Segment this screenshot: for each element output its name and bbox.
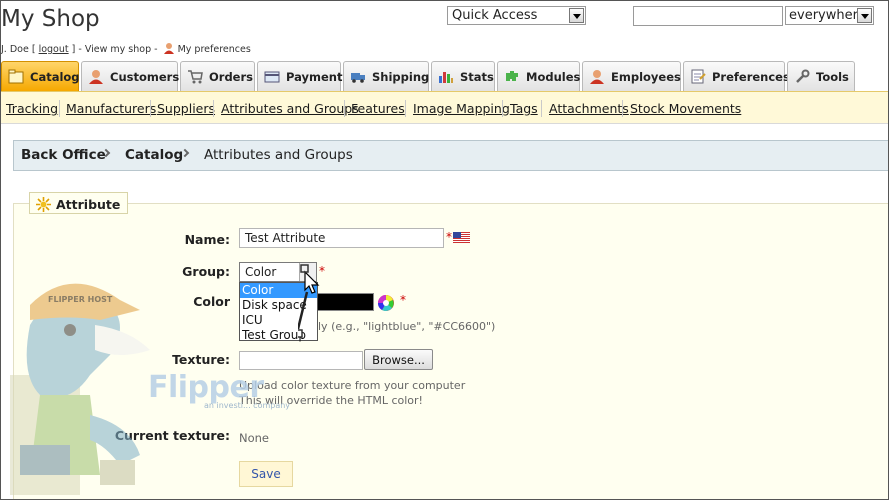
customers-icon — [89, 70, 103, 84]
divider — [150, 100, 151, 117]
tab-payment[interactable]: Payment — [257, 61, 343, 91]
fieldset-legend: Attribute — [29, 192, 129, 214]
subnav-stock-movements[interactable]: Stock Movements — [630, 101, 741, 116]
tab-label: Preferences — [712, 69, 790, 84]
cap-text: FLIPPER HOST — [48, 295, 113, 304]
orders-icon — [188, 70, 203, 84]
divider — [59, 100, 60, 117]
breadcrumb-current: Attributes and Groups — [204, 147, 353, 163]
attribute-icon — [36, 196, 51, 212]
legend-label: Attribute — [56, 196, 121, 212]
user-name: J. Doe [ — [1, 44, 36, 55]
tab-label: Tools — [816, 69, 849, 84]
divider — [405, 100, 406, 117]
watermark-tagline: an investi... company — [204, 401, 291, 410]
tab-label: Orders — [209, 69, 253, 84]
current-texture-value: None — [239, 431, 270, 445]
logout-link[interactable]: logout — [39, 44, 69, 55]
mouse-pointer-icon — [298, 264, 320, 338]
group-select-value: Color — [245, 265, 277, 279]
subnav-manufacturers[interactable]: Manufacturers — [66, 101, 156, 116]
tab-label: Catalog — [30, 69, 80, 84]
color-wheel-icon[interactable] — [377, 294, 395, 312]
name-label: Name: — [184, 232, 230, 247]
tab-label: Stats — [460, 69, 494, 84]
required-mark: * — [400, 293, 406, 307]
preferences-icon — [691, 69, 706, 84]
subnav-suppliers[interactable]: Suppliers — [157, 101, 215, 116]
catalog-subnav: Tracking Manufacturers Suppliers Attribu… — [0, 91, 889, 124]
payment-icon — [264, 71, 280, 83]
browse-button[interactable]: Browse... — [364, 349, 433, 370]
chevron-down-icon — [857, 8, 872, 23]
tab-label: Customers — [110, 69, 180, 84]
tab-label: Payment — [286, 69, 343, 84]
us-flag-icon[interactable] — [453, 232, 470, 243]
tab-preferences[interactable]: Preferences — [683, 61, 790, 91]
texture-file-input[interactable] — [239, 351, 363, 370]
mascot-illustration: FLIPPER HOST — [10, 283, 150, 495]
stats-icon — [439, 72, 453, 83]
tab-stats[interactable]: Stats — [431, 61, 495, 91]
search-scope-select[interactable]: everywhere — [785, 6, 874, 25]
tab-modules[interactable]: Modules — [497, 61, 580, 91]
subnav-attachments[interactable]: Attachments — [549, 101, 629, 116]
tab-employees[interactable]: Employees — [582, 61, 681, 91]
divider — [344, 100, 345, 117]
user-tail: ] - View my shop - — [71, 44, 158, 55]
divider — [622, 100, 623, 117]
tab-tools[interactable]: Tools — [787, 61, 855, 91]
shop-title: My Shop — [1, 6, 100, 32]
tab-shipping[interactable]: Shipping — [343, 61, 429, 91]
subnav-tracking[interactable]: Tracking — [6, 101, 58, 116]
subnav-image-mapping[interactable]: Image Mapping — [413, 101, 510, 116]
catalog-icon — [8, 69, 24, 84]
tab-label: Shipping — [372, 69, 430, 84]
subnav-features[interactable]: Features — [351, 101, 405, 116]
search-input[interactable] — [633, 6, 783, 26]
required-mark: * — [446, 230, 452, 244]
divider — [502, 100, 503, 117]
divider — [541, 100, 542, 117]
user-line: J. Doe [ logout ] - View my shop - My pr… — [1, 42, 251, 55]
employees-icon — [590, 70, 604, 84]
tab-label: Employees — [611, 69, 681, 84]
save-button[interactable]: Save — [239, 461, 293, 487]
my-preferences-link[interactable]: My preferences — [178, 44, 251, 55]
texture-hint-line-1: Upload color texture from your computer — [239, 379, 466, 392]
tools-icon — [796, 69, 810, 83]
user-icon — [163, 43, 174, 54]
watermark-brand: Flipper — [148, 370, 264, 405]
quick-access-select[interactable]: Quick Access — [447, 6, 586, 25]
tab-label: Modules — [526, 69, 581, 84]
tab-catalog[interactable]: Catalog — [1, 61, 80, 91]
breadcrumb-back-office[interactable]: Back Office — [21, 147, 106, 163]
breadcrumb: Back Office Catalog Attributes and Group… — [13, 140, 889, 171]
chevron-down-icon — [569, 8, 584, 23]
divider — [213, 100, 214, 117]
name-input[interactable]: Test Attribute — [239, 228, 444, 248]
subnav-attributes-and-groups[interactable]: Attributes and Groups — [221, 101, 359, 116]
tab-orders[interactable]: Orders — [180, 61, 255, 91]
color-hint: ly (e.g., "lightblue", "#CC6600") — [318, 320, 496, 333]
breadcrumb-catalog[interactable]: Catalog — [125, 147, 183, 163]
subnav-tags[interactable]: Tags — [510, 101, 538, 116]
search-scope-value: everywhere — [789, 8, 866, 23]
shipping-icon — [351, 73, 365, 83]
modules-icon — [506, 71, 518, 81]
quick-access-value: Quick Access — [452, 8, 538, 23]
main-tabs: Catalog Customers Orders Payment Shippin… — [0, 61, 889, 91]
tab-customers[interactable]: Customers — [81, 61, 180, 91]
